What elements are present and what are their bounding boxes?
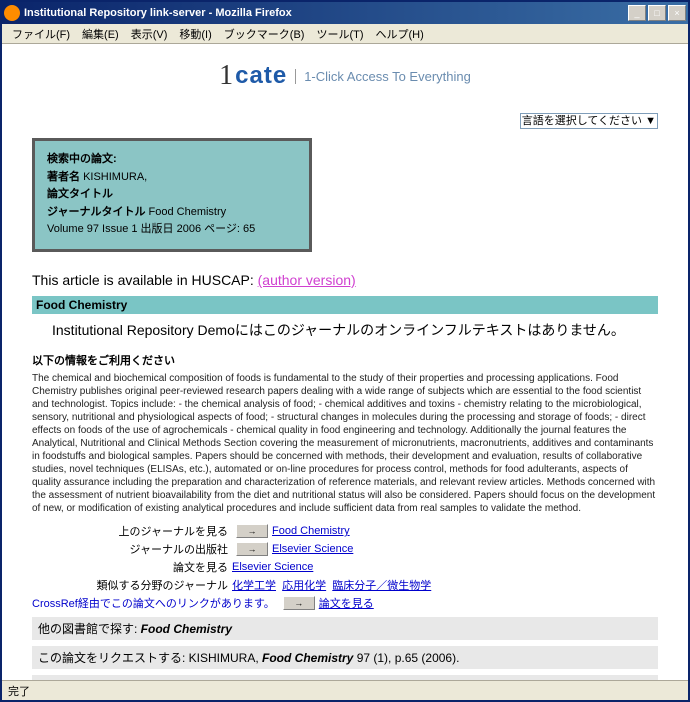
other-libraries-journal: Food Chemistry — [141, 622, 232, 636]
subheading: 以下の情報をご利用ください — [32, 352, 658, 368]
related-link-2[interactable]: 応用化学 — [282, 580, 326, 592]
menubar: ファイル(F) 編集(E) 表示(V) 移動(I) ブックマーク(B) ツール(… — [2, 24, 688, 44]
journal-header: Food Chemistry — [32, 296, 658, 314]
logo-one: 1 — [219, 60, 233, 92]
logo-name: cate — [235, 62, 287, 90]
related-journals-label: 類似する分野のジャーナル — [32, 577, 232, 593]
menu-tools[interactable]: ツール(T) — [310, 24, 369, 44]
info-citation: Volume 97 Issue 1 出版日 2006 ページ: 65 — [47, 221, 297, 239]
related-link-1[interactable]: 化学工学 — [232, 580, 276, 592]
menu-edit[interactable]: 編集(E) — [76, 24, 125, 44]
info-journal: Food Chemistry — [149, 206, 227, 218]
request-article-bar: この論文をリクエストする: KISHIMURA, Food Chemistry … — [32, 646, 658, 669]
firefox-icon — [4, 5, 20, 21]
publisher-label: ジャーナルの出版社 — [32, 541, 232, 557]
header-logo: 1 cate 1-Click Access To Everything — [32, 60, 658, 92]
go-button-journal[interactable]: → — [236, 524, 268, 538]
info-author-label: 著者名 — [47, 171, 80, 183]
availability-line: This article is available in HUSCAP: (au… — [32, 272, 658, 288]
window-title: Institutional Repository link-server - M… — [24, 7, 628, 19]
titlebar: Institutional Repository link-server - M… — [2, 2, 688, 24]
info-journal-label: ジャーナルタイトル — [47, 206, 145, 218]
publisher-link[interactable]: Elsevier Science — [272, 543, 353, 555]
request-article-journal: Food Chemistry — [262, 651, 353, 665]
go-button-crossref[interactable]: → — [283, 596, 315, 610]
other-libraries-text: 他の図書館で探す: — [38, 622, 141, 636]
no-fulltext-message: Institutional Repository Demoにはこのジャーナルのオ… — [32, 314, 658, 346]
request-article-text: この論文をリクエストする: KISHIMURA, — [38, 651, 262, 665]
info-heading: 検索中の論文: — [47, 151, 297, 169]
request-article-citation: 97 (1), p.65 (2006). — [353, 651, 459, 665]
maximize-button[interactable]: □ — [648, 5, 666, 21]
logo-tagline: 1-Click Access To Everything — [295, 69, 471, 84]
info-title-label: 論文タイトル — [47, 186, 297, 204]
menu-file[interactable]: ファイル(F) — [6, 24, 76, 44]
statusbar: 完了 — [2, 680, 688, 700]
menu-help[interactable]: ヘルプ(H) — [370, 24, 430, 44]
article-publisher-link[interactable]: Elsevier Science — [232, 561, 313, 573]
page-content: 1 cate 1-Click Access To Everything 言語を選… — [2, 44, 688, 680]
journal-description: The chemical and biochemical composition… — [32, 372, 658, 515]
view-journal-label: 上のジャーナルを見る — [32, 523, 232, 539]
related-link-3[interactable]: 臨床分子／微生物学 — [332, 580, 431, 592]
go-button-publisher[interactable]: → — [236, 542, 268, 556]
journal-link[interactable]: Food Chemistry — [272, 525, 350, 537]
info-author: KISHIMURA, — [83, 171, 147, 183]
close-button[interactable]: × — [668, 5, 686, 21]
language-select[interactable]: 言語を選択してください ▼ — [520, 113, 658, 129]
availability-text: This article is available in HUSCAP: — [32, 272, 258, 288]
view-article-label: 論文を見る — [32, 559, 232, 575]
crossref-article-link[interactable]: 論文を見る — [319, 595, 374, 611]
menu-bookmarks[interactable]: ブックマーク(B) — [218, 24, 311, 44]
menu-go[interactable]: 移動(I) — [173, 24, 217, 44]
crossref-label[interactable]: CrossRef経由でこの論文へのリンクがあります。 — [32, 598, 275, 610]
search-info-box: 検索中の論文: 著者名 KISHIMURA, 論文タイトル ジャーナルタイトル … — [32, 138, 312, 252]
minimize-button[interactable]: _ — [628, 5, 646, 21]
author-version-link[interactable]: (author version) — [258, 272, 356, 288]
other-libraries-bar: 他の図書館で探す: Food Chemistry — [32, 617, 658, 640]
status-text: 完了 — [8, 683, 30, 699]
menu-view[interactable]: 表示(V) — [125, 24, 174, 44]
chevron-down-icon: ▼ — [645, 115, 656, 127]
language-selected: 言語を選択してください — [522, 115, 642, 127]
